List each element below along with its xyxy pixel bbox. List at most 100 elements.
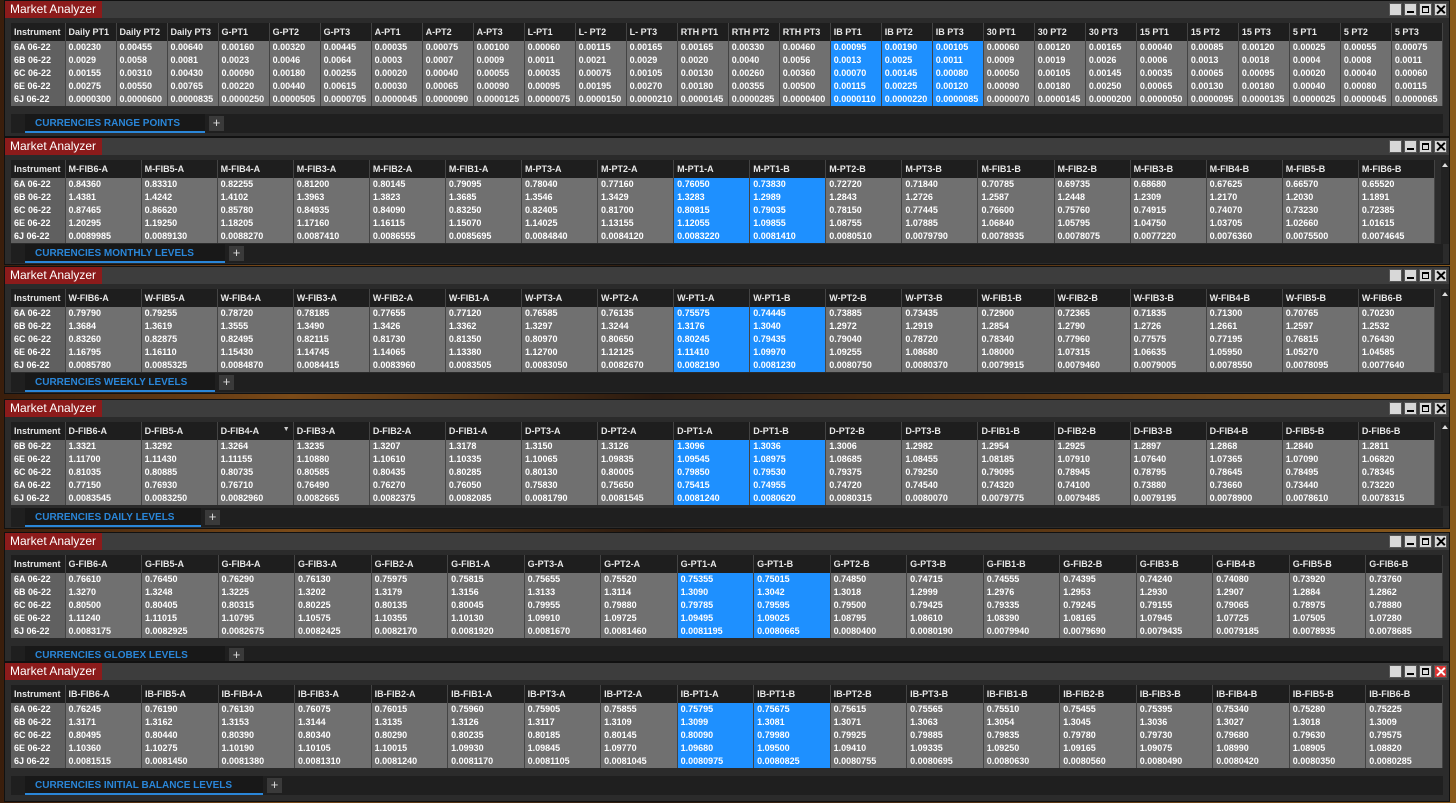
level-cell[interactable]: 1.2843 (825, 191, 903, 204)
level-cell[interactable]: 0.0079185 (1212, 625, 1290, 638)
level-cell[interactable]: 0.0079940 (983, 625, 1061, 638)
level-cell[interactable]: 0.79885 (906, 729, 984, 742)
level-cell[interactable]: 0.80970 (521, 333, 599, 346)
level-cell[interactable]: 1.3225 (218, 586, 296, 599)
level-cell[interactable]: 0.0077220 (1130, 230, 1207, 243)
level-cell[interactable]: 1.08455 (901, 453, 979, 466)
level-cell[interactable]: 0.0082925 (141, 625, 219, 638)
table-row[interactable]: 6J 06-22 0.0083175 0.0082925 0.0082675 0.008… (11, 625, 1443, 638)
column-header[interactable]: M-FIB5-A (141, 160, 218, 178)
level-cell[interactable]: 0.0026 (1085, 54, 1137, 67)
level-cell[interactable]: 0.00195 (575, 80, 627, 93)
level-cell[interactable]: 1.3248 (141, 586, 219, 599)
instrument-cell[interactable]: 6C 06-22 (11, 333, 66, 346)
column-header[interactable]: IB-FIB6-A (65, 685, 143, 703)
vertical-scrollbar[interactable] (1441, 289, 1449, 373)
level-cell[interactable]: 0.79835 (983, 729, 1061, 742)
level-cell[interactable]: 0.75355 (677, 573, 755, 586)
level-cell[interactable]: 0.75615 (830, 703, 908, 716)
level-cell[interactable]: 0.78150 (825, 204, 903, 217)
column-header[interactable]: M-FIB6-B (1358, 160, 1436, 178)
instrument-cell[interactable]: 6E 06-22 (11, 346, 66, 359)
level-cell[interactable]: 0.81200 (293, 178, 370, 191)
level-cell[interactable]: 1.04750 (1130, 217, 1207, 230)
level-cell[interactable]: 0.0083505 (445, 359, 522, 372)
minimize-icon[interactable] (1404, 269, 1417, 282)
level-cell[interactable]: 0.70230 (1358, 307, 1436, 320)
column-header[interactable]: G-FIB4-B (1212, 555, 1290, 573)
level-cell[interactable]: 0.0000505 (269, 93, 321, 106)
level-cell[interactable]: 0.75650 (597, 479, 675, 492)
level-cell[interactable]: 0.0081310 (294, 755, 372, 768)
level-cell[interactable]: 0.0079460 (1054, 359, 1131, 372)
level-cell[interactable]: 0.80130 (521, 466, 599, 479)
level-cell[interactable]: 0.80145 (369, 178, 446, 191)
level-cell[interactable]: 0.75655 (524, 573, 602, 586)
level-cell[interactable]: 0.76610 (65, 573, 143, 586)
table-row[interactable]: 6C 06-22 0.80500 0.80405 0.80315 0.80225 0.80… (11, 599, 1443, 612)
level-cell[interactable]: 0.00035 (1136, 67, 1188, 80)
column-header[interactable]: G-PT2-A (600, 555, 678, 573)
level-cell[interactable]: 0.0000200 (1085, 93, 1137, 106)
level-cell[interactable]: 1.2840 (1282, 440, 1359, 453)
level-cell[interactable]: 1.2954 (977, 440, 1055, 453)
tab-currencies[interactable]: CURRENCIES INITIAL BALANCE LEVELS (25, 776, 263, 795)
level-cell[interactable]: 1.18205 (217, 217, 294, 230)
instrument-cell[interactable]: 6E 06-22 (11, 612, 66, 625)
level-cell[interactable]: 0.0083250 (141, 492, 218, 505)
instrument-cell[interactable]: 6A 06-22 (11, 479, 66, 492)
level-cell[interactable]: 1.3081 (753, 716, 831, 729)
level-cell[interactable]: 1.10275 (141, 742, 219, 755)
level-cell[interactable]: 0.0084870 (217, 359, 294, 372)
level-cell[interactable]: 0.79425 (906, 599, 984, 612)
level-cell[interactable]: 0.0000045 (371, 93, 423, 106)
level-cell[interactable]: 0.0019 (1034, 54, 1086, 67)
level-cell[interactable]: 0.0081240 (673, 492, 751, 505)
level-cell[interactable]: 0.75280 (1289, 703, 1367, 716)
column-header[interactable]: M-FIB6-A (65, 160, 142, 178)
level-cell[interactable]: 0.00440 (269, 80, 321, 93)
level-cell[interactable]: 1.03705 (1206, 217, 1283, 230)
level-cell[interactable]: 0.82255 (217, 178, 294, 191)
level-cell[interactable]: 0.0089130 (141, 230, 218, 243)
level-cell[interactable]: 0.80390 (218, 729, 296, 742)
level-cell[interactable]: 0.73885 (825, 307, 903, 320)
level-cell[interactable]: 1.3027 (1212, 716, 1290, 729)
level-cell[interactable]: 0.79630 (1289, 729, 1367, 742)
level-cell[interactable]: 0.0080755 (830, 755, 908, 768)
level-cell[interactable]: 0.76015 (371, 703, 449, 716)
level-cell[interactable]: 0.80650 (597, 333, 675, 346)
level-cell[interactable]: 0.74555 (983, 573, 1061, 586)
level-cell[interactable]: 1.04585 (1358, 346, 1436, 359)
level-cell[interactable]: 0.00095 (830, 41, 882, 54)
table-row[interactable]: 6J 06-22 0.0000300 0.0000600 0.0000835 0.000… (11, 93, 1444, 106)
level-cell[interactable]: 0.00120 (1238, 41, 1290, 54)
level-cell[interactable]: 0.79680 (1212, 729, 1290, 742)
level-cell[interactable]: 0.0079435 (1136, 625, 1214, 638)
level-cell[interactable]: 0.0083175 (65, 625, 143, 638)
level-cell[interactable]: 0.0081195 (677, 625, 755, 638)
level-cell[interactable]: 0.00060 (1391, 67, 1444, 80)
column-header[interactable]: W-PT2-A (597, 289, 675, 307)
table-row[interactable]: 6C 06-22 0.83260 0.82875 0.82495 0.82115 0.81… (11, 333, 1436, 346)
level-cell[interactable]: 0.76600 (977, 204, 1055, 217)
level-cell[interactable]: 0.75565 (906, 703, 984, 716)
level-cell[interactable]: 0.79575 (1365, 729, 1443, 742)
instrument-cell[interactable]: 6A 06-22 (11, 573, 66, 586)
level-cell[interactable]: 1.3099 (677, 716, 755, 729)
level-cell[interactable]: 0.0082675 (218, 625, 296, 638)
level-cell[interactable]: 0.74850 (830, 573, 908, 586)
level-cell[interactable]: 1.08185 (977, 453, 1055, 466)
close-icon[interactable] (1434, 665, 1447, 678)
level-cell[interactable]: 1.3009 (1365, 716, 1443, 729)
instrument-cell[interactable]: 6C 06-22 (11, 599, 66, 612)
table-row[interactable]: 6B 06-22 1.4381 1.4242 1.4102 1.3963 1.3823 1.… (11, 191, 1436, 204)
level-cell[interactable]: 1.2854 (977, 320, 1055, 333)
level-cell[interactable]: 0.77160 (597, 178, 675, 191)
level-cell[interactable]: 1.06840 (977, 217, 1055, 230)
level-cell[interactable]: 0.0078315 (1358, 492, 1436, 505)
level-cell[interactable]: 0.0000400 (779, 93, 831, 106)
level-cell[interactable]: 0.00270 (626, 80, 678, 93)
level-cell[interactable]: 0.75415 (673, 479, 751, 492)
level-cell[interactable]: 0.0080825 (753, 755, 831, 768)
